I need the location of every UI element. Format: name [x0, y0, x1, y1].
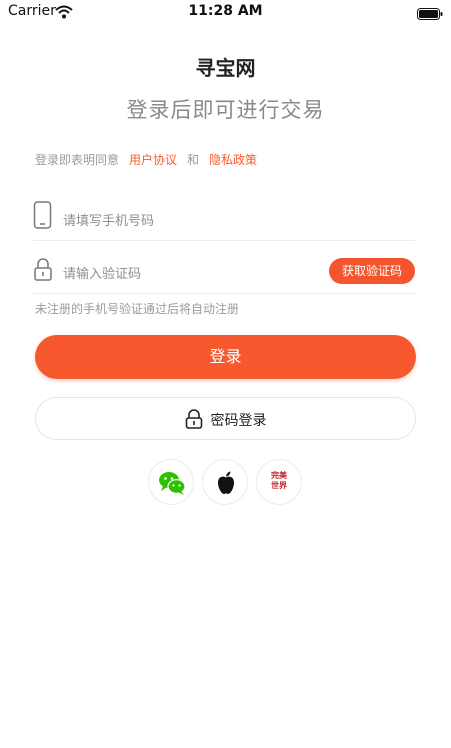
- get-code-button[interactable]: 获取验证码: [329, 258, 415, 284]
- status-bar: Carrier 11:28 AM: [0, 0, 451, 24]
- login-button[interactable]: 登录: [35, 335, 416, 379]
- agreement-and: 和: [187, 153, 200, 167]
- battery-icon: [417, 5, 443, 24]
- lock-icon: [185, 409, 202, 429]
- brand-title: 寻宝网: [195, 56, 256, 80]
- agreement-text: 登录即表明同意 用户协议和隐私政策: [35, 151, 257, 168]
- phone-field[interactable]: 请填写手机号码: [33, 200, 415, 241]
- code-input[interactable]: 请输入验证码: [63, 263, 141, 282]
- clock: 11:28 AM: [188, 3, 263, 19]
- apple-login-button[interactable]: [202, 459, 248, 505]
- wechat-icon: [159, 472, 186, 495]
- phone-icon: [33, 200, 53, 234]
- password-login-button[interactable]: 密码登录: [35, 397, 416, 440]
- wanmei-logo: 完美 世界: [257, 471, 301, 491]
- page-subtitle: 登录后即可进行交易: [126, 98, 325, 122]
- user-agreement-link[interactable]: 用户协议: [129, 153, 177, 167]
- privacy-policy-link[interactable]: 隐私政策: [209, 153, 257, 167]
- wanmei-logo-line2: 世界: [271, 481, 287, 490]
- phone-input[interactable]: 请填写手机号码: [63, 210, 154, 229]
- code-field[interactable]: 请输入验证码 获取验证码: [33, 254, 415, 294]
- wanmei-logo-line1: 完美: [271, 471, 287, 480]
- agreement-prefix: 登录即表明同意: [35, 153, 120, 167]
- lock-icon: [33, 254, 53, 288]
- password-login-label: 密码登录: [210, 413, 267, 429]
- wanmei-login-button[interactable]: 完美 世界: [256, 459, 302, 505]
- apple-icon: [218, 471, 234, 494]
- wechat-login-button[interactable]: [148, 459, 194, 505]
- register-hint: 未注册的手机号验证通过后将自动注册: [35, 302, 240, 316]
